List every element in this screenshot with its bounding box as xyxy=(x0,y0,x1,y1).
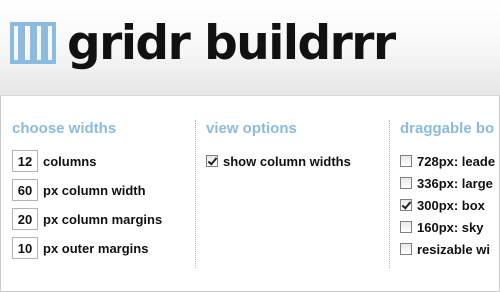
column-width-field-row: px column width xyxy=(12,179,192,201)
column-divider xyxy=(195,120,196,268)
columns-label: columns xyxy=(43,153,97,169)
view-options-title: view options xyxy=(206,120,297,137)
large-rectangle-box-checkbox[interactable] xyxy=(400,177,412,189)
large-rectangle-box-label: 336px: large xyxy=(417,175,493,191)
column-divider xyxy=(389,120,390,268)
show-column-widths-checkbox[interactable] xyxy=(206,155,218,167)
choose-widths-panel: choose widths columns px column width px… xyxy=(12,118,192,266)
column-width-label: px column width xyxy=(43,182,146,198)
column-width-input[interactable] xyxy=(12,179,38,201)
draggable-boxes-title: draggable bo xyxy=(400,120,495,137)
grid-logo-icon xyxy=(10,22,56,64)
draggable-boxes-panel: draggable bo 728px: leade 336px: large 3… xyxy=(400,118,500,260)
skyscraper-box-option[interactable]: 160px: sky xyxy=(400,216,500,238)
column-margins-label: px column margins xyxy=(43,211,163,227)
column-margins-input[interactable] xyxy=(12,208,38,230)
logo-bar xyxy=(18,26,26,60)
column-margins-field-row: px column margins xyxy=(12,208,192,230)
large-rectangle-box-option[interactable]: 336px: large xyxy=(400,172,500,194)
resizable-box-label: resizable wi xyxy=(417,241,490,257)
logo-bar xyxy=(29,26,37,60)
resizable-box-checkbox[interactable] xyxy=(400,243,412,255)
app-title: gridr buildrrr xyxy=(67,16,396,71)
leaderboard-box-label: 728px: leade xyxy=(417,153,496,169)
leaderboard-box-option[interactable]: 728px: leade xyxy=(400,150,500,172)
outer-margins-input[interactable] xyxy=(12,237,38,259)
columns-input[interactable] xyxy=(12,150,38,172)
show-column-widths-label: show column widths xyxy=(223,153,351,169)
box-300-checkbox[interactable] xyxy=(400,199,412,211)
resizable-box-option[interactable]: resizable wi xyxy=(400,238,500,260)
box-300-label: 300px: box xyxy=(417,197,485,213)
leaderboard-box-checkbox[interactable] xyxy=(400,155,412,167)
outer-margins-field-row: px outer margins xyxy=(12,237,192,259)
view-options-panel: view options show column widths xyxy=(206,118,386,172)
logo-bar xyxy=(40,26,48,60)
show-column-widths-option[interactable]: show column widths xyxy=(206,150,386,172)
columns-field-row: columns xyxy=(12,150,192,172)
outer-margins-label: px outer margins xyxy=(43,240,149,256)
skyscraper-box-label: 160px: sky xyxy=(417,219,484,235)
box-300-option[interactable]: 300px: box xyxy=(400,194,500,216)
choose-widths-title: choose widths xyxy=(12,120,117,137)
header: gridr buildrrr xyxy=(0,0,500,96)
skyscraper-box-checkbox[interactable] xyxy=(400,221,412,233)
